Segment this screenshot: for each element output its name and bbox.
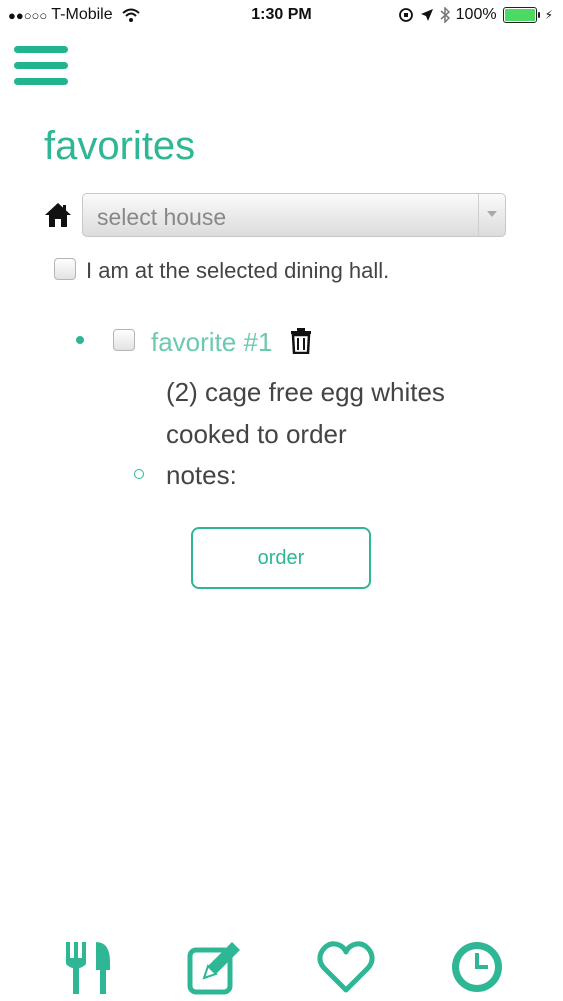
hamburger-icon — [14, 46, 68, 53]
tab-edit[interactable] — [186, 938, 244, 996]
location-icon — [420, 9, 433, 21]
favorite-item-line2: cooked to order — [166, 419, 347, 449]
utensils-icon — [66, 942, 110, 994]
list-bullet — [76, 336, 84, 344]
trash-icon[interactable] — [289, 328, 313, 354]
hamburger-bar — [14, 62, 68, 69]
house-select-value: select house — [97, 204, 227, 230]
tab-history[interactable] — [448, 938, 506, 996]
page-title: favorites — [44, 124, 196, 168]
charging-icon: ⚡ — [544, 8, 553, 22]
hamburger-menu-button[interactable] — [14, 46, 68, 90]
at-dining-hall-checkbox[interactable] — [54, 258, 76, 280]
favorite-checkbox[interactable] — [113, 329, 135, 351]
notes-label: notes: — [166, 460, 237, 490]
heart-icon — [317, 941, 375, 993]
house-select[interactable]: select house — [82, 193, 506, 237]
home-icon — [45, 203, 71, 227]
chevron-down-icon — [478, 194, 505, 236]
status-right: 100% ⚡ — [398, 6, 553, 24]
edit-icon — [187, 942, 240, 995]
battery-percent: 100% — [455, 6, 497, 23]
tab-favorites[interactable] — [317, 938, 375, 996]
clock-icon — [452, 942, 502, 992]
tab-menu[interactable] — [60, 938, 118, 996]
hamburger-bar — [14, 78, 68, 85]
at-dining-hall-label: I am at the selected dining hall. — [86, 258, 390, 283]
rotation-lock-icon — [398, 8, 413, 22]
bluetooth-icon — [440, 7, 450, 23]
favorite-title: favorite #1 — [151, 327, 273, 357]
status-bar: ●●○○○ T-Mobile 1:30 PM 100% ⚡ — [0, 0, 563, 34]
order-button[interactable]: order — [191, 527, 371, 589]
favorite-item-line1: (2) cage free egg whites — [166, 377, 445, 407]
sub-list-bullet — [134, 469, 144, 479]
battery-icon — [502, 7, 540, 23]
